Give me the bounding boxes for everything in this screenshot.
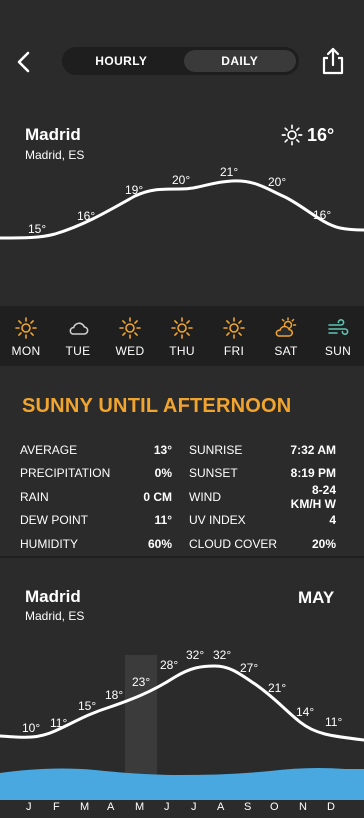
stat-value: 0% xyxy=(154,466,172,481)
tab-daily[interactable]: DAILY xyxy=(183,50,296,72)
month-temp-label: 28° xyxy=(160,658,179,672)
partly-cloudy-icon xyxy=(275,317,297,337)
wind-icon xyxy=(328,319,349,335)
day-label: FRI xyxy=(223,344,245,358)
day-label: THU xyxy=(169,344,195,358)
cloud-icon xyxy=(69,322,89,335)
month-label[interactable]: J xyxy=(26,801,32,813)
month-label[interactable]: O xyxy=(270,801,279,813)
hour-temp-label: 21° xyxy=(220,165,239,179)
stat-value: 0 CM xyxy=(143,489,172,504)
stats-row: PRECIPITATION 0% SUNSET 8:19 PM xyxy=(20,462,336,486)
city-name: Madrid xyxy=(25,125,81,144)
yearly-city-name: Madrid xyxy=(25,587,81,606)
stat-label: RAIN xyxy=(20,489,49,504)
section-divider xyxy=(0,556,364,558)
month-temp-label: 21° xyxy=(268,681,287,695)
stat-label: HUMIDITY xyxy=(20,536,78,551)
stat-label: SUNRISE xyxy=(189,442,243,457)
month-temp-label: 15° xyxy=(78,699,97,713)
current-temperature: 16° xyxy=(307,125,335,145)
stat-label: PRECIPITATION xyxy=(20,466,111,481)
month-label[interactable]: M xyxy=(80,801,90,813)
stats-row: HUMIDITY 60% CLOUD COVER 20% xyxy=(20,532,336,556)
day-tue[interactable]: TUE xyxy=(52,306,104,366)
month-temp-label: 11° xyxy=(325,715,343,729)
month-temp-label: 23° xyxy=(132,675,151,689)
month-temp-label: 14° xyxy=(296,705,315,719)
weekly-forecast: MON TUE WED THU FRI SAT SUN xyxy=(0,306,364,366)
month-temp-label: 10° xyxy=(22,721,41,735)
day-wed[interactable]: WED xyxy=(104,306,156,366)
month-temp-label: 32° xyxy=(186,648,205,662)
stats-row: DEW POINT 11° UV INDEX 4 xyxy=(20,509,336,533)
stat-value: 60% xyxy=(147,536,172,551)
month-label[interactable]: F xyxy=(53,801,60,813)
temperature-line xyxy=(0,179,364,240)
month-label[interactable]: S xyxy=(244,801,252,813)
view-toggle: HOURLY DAILY xyxy=(62,47,299,75)
day-label: SUN xyxy=(324,344,352,358)
stat-label: WIND xyxy=(189,489,221,504)
selected-month[interactable]: MAY xyxy=(298,588,334,608)
sun-icon xyxy=(119,317,141,339)
stat-value: 20% xyxy=(311,536,336,551)
share-icon[interactable] xyxy=(320,46,346,76)
month-label[interactable]: A xyxy=(107,801,115,813)
day-label: WED xyxy=(115,344,145,358)
hour-temp-label: 20° xyxy=(268,175,287,189)
hour-temp-label: 16° xyxy=(313,208,332,222)
month-label[interactable]: D xyxy=(327,801,335,813)
month-label[interactable]: J xyxy=(164,801,170,813)
stat-value: 13° xyxy=(153,442,172,457)
hour-temp-label: 15° xyxy=(28,222,47,236)
tab-hourly[interactable]: HOURLY xyxy=(65,50,178,72)
day-sat[interactable]: SAT xyxy=(260,306,312,366)
stat-value: 8-24 KM/H W xyxy=(290,482,336,511)
forecast-summary: SUNNY UNTIL AFTERNOON xyxy=(22,395,292,417)
stat-value: 4 xyxy=(329,513,336,528)
day-mon[interactable]: MON xyxy=(0,306,52,366)
stat-value: 11° xyxy=(154,513,172,528)
month-temp-label: 11° xyxy=(50,716,68,730)
stat-label: SUNSET xyxy=(189,466,238,481)
stat-value: 7:32 AM xyxy=(290,442,336,457)
yearly-region-name: Madrid, ES xyxy=(25,609,85,623)
weather-stats: AVERAGE 13° SUNRISE 7:32 AM PRECIPITATION 0… xyxy=(20,438,336,556)
day-fri[interactable]: FRI xyxy=(208,306,260,366)
hour-temp-label: 16° xyxy=(77,209,96,223)
day-label: TUE xyxy=(65,344,91,358)
hour-temp-label: 19° xyxy=(125,183,144,197)
stats-row: RAIN 0 CM WIND 8-24 KM/H W xyxy=(20,482,336,511)
day-label: SAT xyxy=(274,344,298,358)
stat-label: AVERAGE xyxy=(20,442,78,457)
sun-icon xyxy=(15,317,37,339)
stat-label: CLOUD COVER xyxy=(189,536,278,551)
month-temp-label: 32° xyxy=(213,648,232,662)
stat-label: DEW POINT xyxy=(20,513,88,528)
day-label: MON xyxy=(11,344,41,358)
sun-icon xyxy=(223,317,245,339)
day-sun[interactable]: SUN xyxy=(312,306,364,366)
sun-icon xyxy=(281,124,303,146)
back-chevron-icon[interactable] xyxy=(12,48,36,76)
month-temp-label: 27° xyxy=(240,661,259,675)
stats-row: AVERAGE 13° SUNRISE 7:32 AM xyxy=(20,438,336,462)
month-temp-label: 18° xyxy=(105,688,124,702)
precipitation-area xyxy=(0,767,364,800)
month-label[interactable]: N xyxy=(299,801,307,813)
month-label[interactable]: A xyxy=(217,801,225,813)
month-label[interactable]: J xyxy=(191,801,197,813)
stat-label: UV INDEX xyxy=(189,513,246,528)
sun-icon xyxy=(171,317,193,339)
stat-value: 8:19 PM xyxy=(290,466,336,481)
month-label[interactable]: M xyxy=(135,801,145,813)
hour-temp-label: 20° xyxy=(172,173,191,187)
day-thu[interactable]: THU xyxy=(156,306,208,366)
